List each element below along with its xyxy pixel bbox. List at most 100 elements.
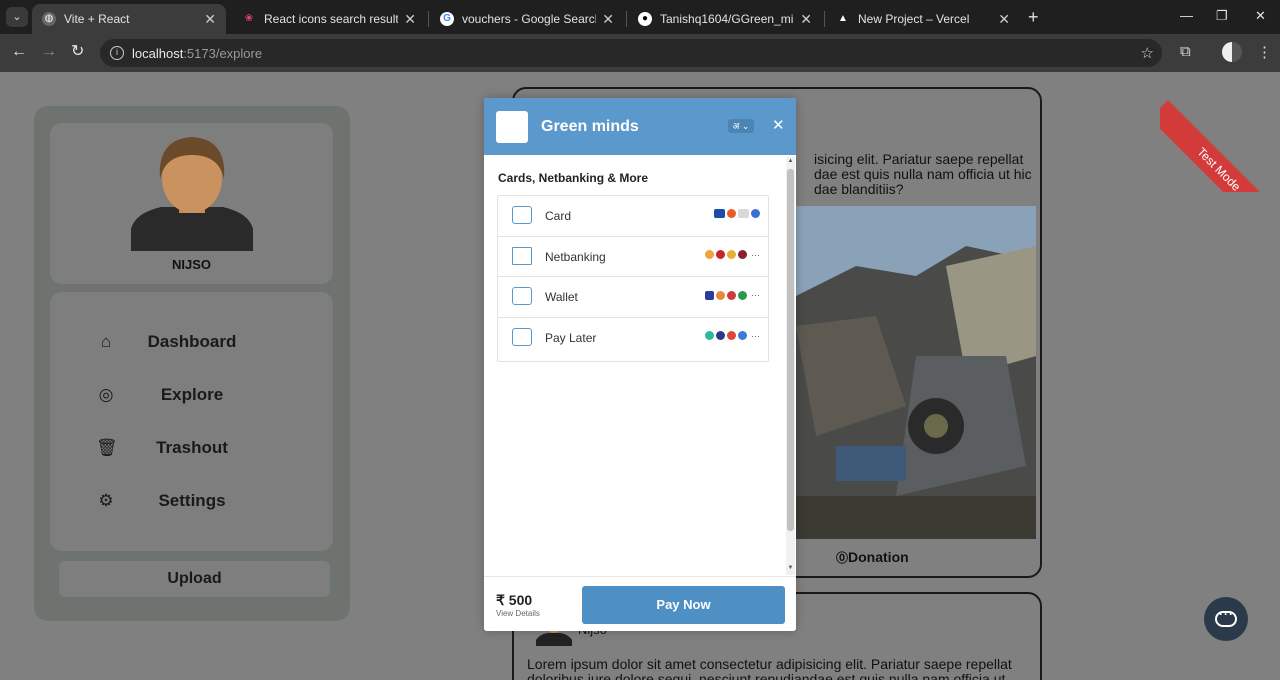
restore-icon[interactable]: ❐ bbox=[1216, 8, 1228, 24]
sidebar-item-label: Dashboard bbox=[147, 332, 237, 351]
react-icons-favicon-icon: ❀ bbox=[244, 13, 254, 24]
close-icon[interactable]: ✕ bbox=[772, 116, 785, 134]
post-text-line: isicing elit. Pariatur saepe repellat bbox=[814, 151, 1024, 167]
sidebar-item-label: Trashout bbox=[156, 438, 228, 457]
dollar-icon: ⓪ bbox=[836, 551, 849, 565]
tab-react-icons[interactable]: ❀ React icons search results ✕ bbox=[232, 4, 426, 34]
gear-icon: ⚙ bbox=[98, 491, 114, 510]
sidebar-item-label: Explore bbox=[160, 385, 224, 404]
card-network-badges bbox=[714, 209, 760, 218]
amount-value: ₹ 500 bbox=[496, 592, 533, 608]
profile-avatar-icon[interactable] bbox=[1222, 42, 1242, 62]
sidebar-item-dashboard[interactable]: ⌂ Dashboard bbox=[50, 325, 333, 359]
modal-body: Cards, Netbanking & More Card Netbanking bbox=[484, 155, 796, 575]
sidebar-item-trashout[interactable]: 🗑 Trashout bbox=[50, 431, 333, 465]
bank-icon bbox=[512, 246, 532, 265]
tab-vercel[interactable]: ▲ New Project – Vercel ✕ bbox=[826, 4, 1020, 34]
modal-header: Green minds अ ⌄ ✕ bbox=[484, 98, 796, 155]
address-bar[interactable]: i localhost:5173/explore ☆ bbox=[100, 39, 1162, 67]
method-netbanking[interactable]: Netbanking ··· bbox=[498, 237, 768, 277]
donation-button[interactable]: ⓪Donation bbox=[836, 549, 909, 566]
compass-icon: ◎ bbox=[98, 385, 114, 404]
method-card[interactable]: Card bbox=[498, 196, 768, 237]
home-icon: ⌂ bbox=[100, 332, 112, 351]
tab-title: React icons search results bbox=[264, 12, 399, 26]
wallet-badges: ··· bbox=[705, 290, 760, 300]
sidebar-item-explore[interactable]: ◎ Explore bbox=[50, 378, 333, 412]
close-tab-icon[interactable]: ✕ bbox=[998, 11, 1010, 28]
method-pay-later[interactable]: Pay Later ··· bbox=[498, 318, 768, 361]
donation-label: Donation bbox=[848, 549, 909, 565]
close-tab-icon[interactable]: ✕ bbox=[602, 11, 614, 28]
scrollbar-thumb[interactable] bbox=[787, 169, 794, 531]
site-info-icon[interactable]: i bbox=[110, 46, 124, 60]
payment-methods-list: Card Netbanking ··· Wallet ··· Pay Later… bbox=[497, 195, 769, 362]
extensions-icon[interactable]: ⧉ bbox=[1180, 43, 1191, 60]
sidebar-item-label: Settings bbox=[158, 491, 226, 510]
vercel-icon: ▲ bbox=[838, 13, 848, 24]
back-icon[interactable]: ← bbox=[11, 43, 27, 61]
tab-separator bbox=[428, 11, 429, 27]
tab-google-search[interactable]: G vouchers - Google Search ✕ bbox=[430, 4, 624, 34]
bookmark-star-icon[interactable]: ☆ bbox=[1141, 44, 1154, 62]
payment-modal: Green minds अ ⌄ ✕ Cards, Netbanking & Mo… bbox=[484, 98, 796, 631]
chat-button[interactable] bbox=[1204, 597, 1248, 641]
sidebar-nav: ⌂ Dashboard ◎ Explore 🗑 Trashout ⚙ Setti… bbox=[50, 292, 333, 551]
more-icon: ··· bbox=[751, 249, 760, 260]
tab-title: Tanishq1604/GGreen_mind bbox=[660, 12, 795, 26]
modal-scrollbar[interactable]: ▲ ▼ bbox=[786, 157, 795, 575]
tab-title: New Project – Vercel bbox=[858, 12, 970, 26]
more-icon: ··· bbox=[751, 330, 760, 341]
chat-icon bbox=[1215, 607, 1237, 627]
pay-now-button[interactable]: Pay Now bbox=[582, 586, 785, 624]
method-label: Wallet bbox=[545, 290, 578, 304]
tab-separator bbox=[626, 11, 627, 27]
sidebar: NIJSO ⌂ Dashboard ◎ Explore 🗑 Trashout ⚙… bbox=[34, 106, 350, 621]
globe-icon: ◍ bbox=[42, 12, 56, 26]
close-tab-icon[interactable]: ✕ bbox=[800, 11, 812, 28]
test-mode-ribbon: Test Mode bbox=[1160, 72, 1280, 192]
tab-separator bbox=[824, 11, 825, 27]
google-icon: G bbox=[440, 12, 454, 26]
language-switch-button[interactable]: अ ⌄ bbox=[728, 119, 754, 133]
new-tab-button[interactable]: + bbox=[1028, 8, 1039, 26]
close-window-icon[interactable]: ✕ bbox=[1255, 8, 1266, 24]
browser-toolbar: ← → ↻ i localhost:5173/explore ☆ ⧉ ⋮ bbox=[0, 34, 1280, 72]
scroll-down-icon[interactable]: ▼ bbox=[786, 565, 795, 571]
profile-name: NIJSO bbox=[171, 257, 211, 272]
test-mode-label: Test Mode bbox=[1160, 100, 1280, 192]
more-icon: ··· bbox=[751, 290, 760, 300]
forward-icon[interactable]: → bbox=[41, 43, 57, 61]
user-avatar bbox=[131, 137, 253, 251]
method-label: Pay Later bbox=[545, 330, 597, 345]
tab-vite-react[interactable]: ◍ Vite + React ✕ bbox=[32, 4, 226, 34]
post-image-trash-pile bbox=[796, 206, 1036, 539]
close-tab-icon[interactable]: ✕ bbox=[204, 11, 216, 28]
tab-github[interactable]: ● Tanishq1604/GGreen_mind ✕ bbox=[628, 4, 822, 34]
tab-search-button[interactable]: ⌄ bbox=[6, 7, 28, 27]
scroll-up-icon[interactable]: ▲ bbox=[786, 158, 795, 164]
close-tab-icon[interactable]: ✕ bbox=[404, 11, 416, 28]
modal-footer: ₹ 500 View Details Pay Now bbox=[484, 576, 796, 631]
tab-title: vouchers - Google Search bbox=[462, 12, 597, 26]
card-icon bbox=[512, 206, 532, 224]
upload-button[interactable]: Upload bbox=[59, 561, 330, 597]
post-text-line: dae est quis nulla nam officia ut hic bbox=[814, 166, 1032, 182]
post-text-line: doloribus iure dolore sequi, nesciunt re… bbox=[527, 671, 1006, 680]
method-wallet[interactable]: Wallet ··· bbox=[498, 277, 768, 318]
url-host: localhost bbox=[132, 45, 184, 61]
browser-menu-icon[interactable]: ⋮ bbox=[1257, 43, 1272, 61]
view-details-link[interactable]: View Details bbox=[496, 609, 540, 618]
reload-icon[interactable]: ↻ bbox=[71, 43, 84, 61]
post-text-line: Lorem ipsum dolor sit amet consectetur a… bbox=[527, 656, 1012, 672]
method-label: Netbanking bbox=[545, 249, 606, 264]
minimize-icon[interactable]: — bbox=[1180, 8, 1193, 23]
url-path: :5173/explore bbox=[183, 45, 263, 61]
post-text-line: dae blanditiis? bbox=[814, 181, 904, 197]
sidebar-item-settings[interactable]: ⚙ Settings bbox=[50, 484, 333, 518]
profile-card: NIJSO bbox=[50, 123, 333, 284]
method-label: Card bbox=[545, 209, 572, 223]
trash-icon: 🗑 bbox=[96, 438, 118, 457]
merchant-logo bbox=[496, 111, 528, 143]
payment-section-title: Cards, Netbanking & More bbox=[498, 171, 649, 185]
